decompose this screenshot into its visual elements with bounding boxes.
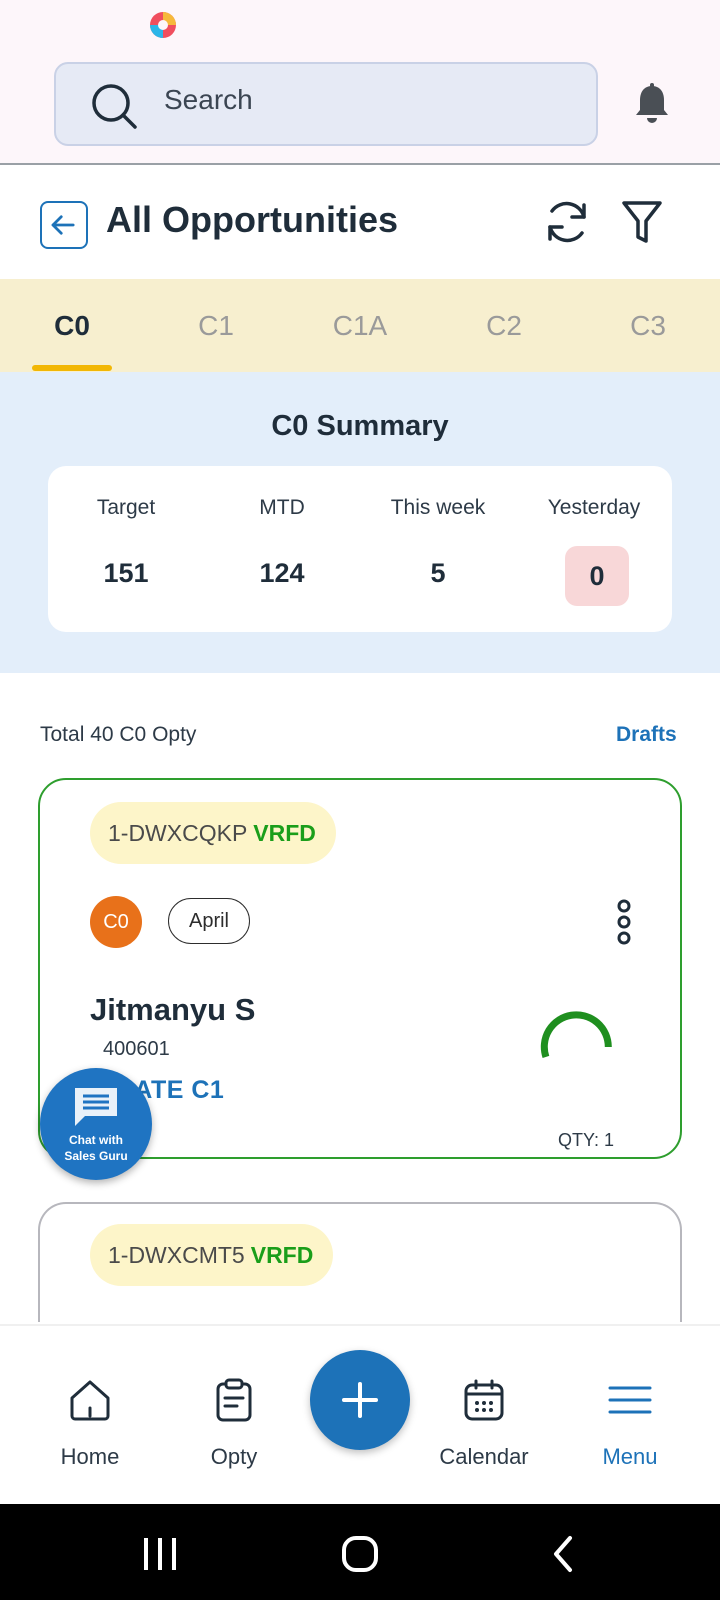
chat-label-line1: Chat with: [69, 1133, 123, 1147]
top-bar: Search: [0, 50, 720, 165]
stat-label: This week: [390, 496, 486, 519]
recent-apps-icon[interactable]: [140, 1534, 180, 1574]
stat-label: MTD: [259, 496, 305, 519]
arrow-left-icon: [51, 215, 75, 235]
nav-label: Home: [60, 1444, 120, 1469]
verified-status: VRFD: [253, 819, 316, 846]
tab-c0[interactable]: C0: [0, 279, 144, 372]
quantity-label: QTY: 1: [558, 1130, 615, 1150]
nav-label: Opty: [210, 1444, 258, 1469]
summary-title: C0 Summary: [271, 410, 449, 442]
nav-label: Menu: [602, 1444, 658, 1469]
nav-label: Calendar: [439, 1444, 529, 1469]
chat-label: Chat with Sales Guru: [40, 1132, 152, 1164]
opty-id-badge: 1-DWXCMT5 VRFD: [90, 1224, 334, 1286]
chat-with-sales-guru-button[interactable]: Chat with Sales Guru: [40, 1068, 152, 1180]
tab-c1[interactable]: C1: [144, 279, 288, 372]
stat-value-highlighted: 0: [565, 546, 629, 606]
stat-value: 151: [103, 558, 149, 588]
stage-tabs: C0 C1 C1A C2 C3: [0, 279, 720, 372]
stat-this-week: This week 5: [360, 466, 516, 632]
stat-mtd: MTD 124: [204, 466, 360, 632]
search-placeholder: Search: [164, 84, 253, 115]
bottom-navigation: Home Opty Calendar Menu: [0, 1324, 720, 1504]
status-bar: [0, 0, 720, 50]
opty-id: 1-DWXCQKP: [108, 819, 248, 846]
page-title: All Opportunities: [106, 199, 398, 240]
summary-section: C0 Summary Target 151 MTD 124 This week …: [0, 372, 720, 673]
add-opportunity-button[interactable]: [310, 1350, 410, 1450]
stat-value: 124: [259, 558, 305, 588]
customer-name: Jitmanyu S: [90, 992, 256, 1027]
refresh-icon[interactable]: [542, 197, 592, 247]
total-count-label: Total 40 C0 Opty: [40, 723, 197, 746]
stage-badge: C0: [90, 896, 142, 948]
tab-c1a[interactable]: C1A: [288, 279, 432, 372]
app-logo-icon: [150, 12, 176, 38]
stat-label: Target: [96, 496, 156, 519]
hamburger-menu-icon: [608, 1386, 652, 1414]
nav-home[interactable]: Home: [20, 1326, 160, 1506]
calendar-icon: [464, 1379, 504, 1421]
opty-id-badge: 1-DWXCQKP VRFD: [90, 802, 336, 864]
plus-icon: [342, 1382, 378, 1418]
system-navigation-bar: [0, 1504, 720, 1600]
more-options-icon[interactable]: [614, 898, 634, 946]
nav-menu[interactable]: Menu: [560, 1326, 700, 1506]
home-button-icon[interactable]: [340, 1534, 380, 1574]
home-icon: [70, 1380, 110, 1421]
month-tag: April: [168, 898, 250, 944]
chat-label-line2: Sales Guru: [64, 1149, 128, 1163]
nav-opty[interactable]: Opty: [164, 1326, 304, 1506]
nav-calendar[interactable]: Calendar: [414, 1326, 554, 1506]
stat-yesterday: Yesterday 0: [516, 466, 672, 632]
verified-status: VRFD: [250, 1241, 314, 1268]
page-header: All Opportunities: [0, 167, 720, 279]
tab-c2[interactable]: C2: [432, 279, 576, 372]
clipboard-icon: [216, 1378, 252, 1422]
active-tab-indicator: [32, 365, 112, 371]
back-button[interactable]: [40, 201, 88, 249]
opportunity-card[interactable]: 1-DWXCMT5 VRFD: [38, 1202, 682, 1322]
back-icon[interactable]: [548, 1534, 578, 1574]
chat-icon: [75, 1088, 117, 1126]
drafts-link[interactable]: Drafts: [616, 723, 677, 747]
notification-bell-icon[interactable]: [632, 82, 672, 126]
search-input[interactable]: Search: [54, 62, 598, 146]
stat-label: Yesterday: [547, 496, 641, 519]
filter-icon[interactable]: [620, 197, 664, 247]
summary-card: Target 151 MTD 124 This week 5 Yesterday…: [48, 466, 672, 632]
tab-c3[interactable]: C3: [576, 279, 720, 372]
stat-target: Target 151: [48, 466, 204, 632]
loading-spinner-icon: [540, 1011, 612, 1059]
stat-value: 5: [430, 558, 446, 588]
opty-id: 1-DWXCMT5: [108, 1241, 245, 1268]
search-icon: [92, 84, 137, 129]
pincode: 400601: [103, 1038, 170, 1060]
